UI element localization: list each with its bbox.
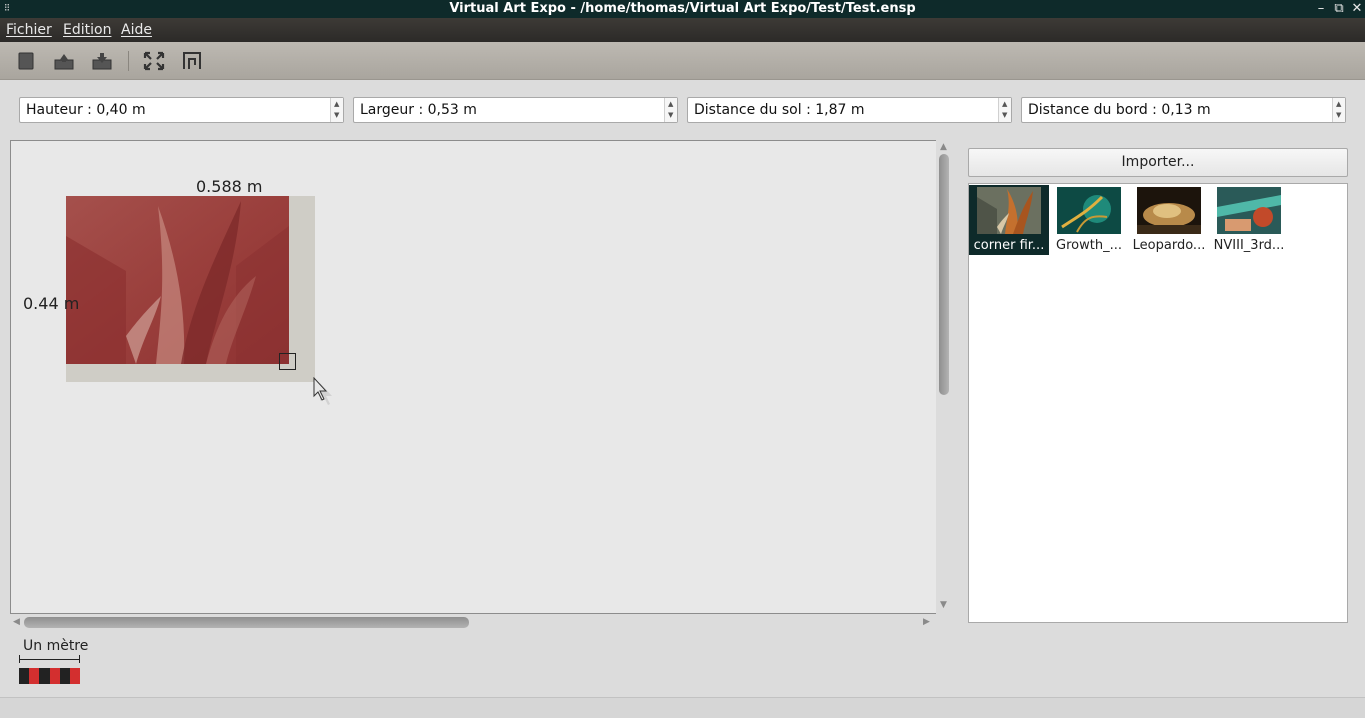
- painting[interactable]: [66, 196, 289, 364]
- menu-edition[interactable]: Edition: [63, 22, 111, 38]
- width-spin-arrows[interactable]: ▲ ▼: [664, 98, 677, 122]
- scale-segment: [49, 668, 60, 684]
- thumbnail-caption: Leopardo...: [1132, 238, 1206, 253]
- gallery-item-corner[interactable]: corner fir...: [969, 185, 1049, 255]
- minimize-icon[interactable]: –: [1313, 0, 1329, 18]
- save-button[interactable]: [90, 50, 114, 72]
- toolbar: [0, 42, 1365, 80]
- status-bar: [0, 697, 1365, 718]
- edge-distance-spin-arrows[interactable]: ▲ ▼: [1332, 98, 1345, 122]
- thumbnail-image: [1057, 187, 1121, 234]
- painting-image: [66, 196, 289, 364]
- import-button[interactable]: Importer...: [968, 148, 1348, 177]
- fullscreen-icon: [143, 51, 165, 71]
- scale-bar: [19, 668, 81, 684]
- scale-segment: [39, 668, 50, 684]
- thumbnail-caption: corner fir...: [973, 238, 1045, 253]
- vertical-scroll-thumb[interactable]: [939, 154, 949, 395]
- wall-canvas[interactable]: 0.588 m 0.44 m: [10, 140, 936, 614]
- floor-distance-spinbox[interactable]: Distance du sol : 1,87 m ▲ ▼: [687, 97, 1012, 123]
- new-document-icon: [18, 52, 34, 70]
- canvas-horizontal-scrollbar[interactable]: ◀ ▶: [10, 614, 936, 632]
- canvas-vertical-scrollbar[interactable]: ▲ ▼: [936, 140, 952, 614]
- scroll-up-arrow-icon[interactable]: ▲: [940, 142, 947, 152]
- width-spinbox[interactable]: Largeur : 0,53 m ▲ ▼: [353, 97, 678, 123]
- scale-ruler: [19, 655, 80, 663]
- edge-distance-spinbox[interactable]: Distance du bord : 0,13 m ▲ ▼: [1021, 97, 1346, 123]
- horizontal-scroll-thumb[interactable]: [24, 617, 469, 628]
- painting-width-label: 0.588 m: [196, 177, 263, 196]
- edge-distance-value: Distance du bord : 0,13 m: [1028, 102, 1211, 118]
- painting-height-label: 0.44 m: [23, 294, 80, 313]
- close-icon[interactable]: ✕: [1349, 0, 1365, 18]
- floor-distance-spin-arrows[interactable]: ▲ ▼: [998, 98, 1011, 122]
- window-titlebar[interactable]: ⁝⁝ Virtual Art Expo - /home/thomas/Virtu…: [0, 0, 1365, 18]
- maximize-icon[interactable]: ⧉: [1331, 0, 1347, 18]
- thumbnail-image: [1137, 187, 1201, 234]
- scale-label: Un mètre: [23, 638, 89, 654]
- image-gallery[interactable]: corner fir... Growth_... Leopardo... NVI…: [968, 183, 1348, 623]
- width-value: Largeur : 0,53 m: [360, 102, 477, 118]
- scale-segment: [59, 668, 70, 684]
- menu-aide[interactable]: Aide: [121, 22, 152, 38]
- height-spin-arrows[interactable]: ▲ ▼: [330, 98, 343, 122]
- scroll-left-arrow-icon[interactable]: ◀: [13, 617, 20, 627]
- scroll-down-arrow-icon[interactable]: ▼: [940, 600, 947, 610]
- window-title: Virtual Art Expo - /home/thomas/Virtual …: [449, 1, 916, 16]
- scale-segment: [29, 668, 40, 684]
- thumbnail-caption: Growth_...: [1056, 238, 1122, 253]
- open-icon: [54, 54, 74, 70]
- toolbar-separator: [128, 51, 129, 71]
- height-value: Hauteur : 0,40 m: [26, 102, 146, 118]
- fullscreen-button[interactable]: [142, 50, 166, 72]
- resize-handle[interactable]: [279, 353, 296, 370]
- menubar: Fichier Edition Aide: [0, 18, 1365, 42]
- thumbnail-caption: NVIII_3rd...: [1213, 238, 1285, 253]
- gallery-item-leopardo[interactable]: Leopardo...: [1129, 185, 1209, 255]
- wall-view-button[interactable]: [180, 50, 204, 72]
- gallery-item-growth[interactable]: Growth_...: [1049, 185, 1129, 255]
- thumbnail-image: [1217, 187, 1281, 234]
- open-button[interactable]: [52, 50, 76, 72]
- scale-segment: [69, 668, 81, 684]
- height-spinbox[interactable]: Hauteur : 0,40 m ▲ ▼: [19, 97, 344, 123]
- menu-fichier[interactable]: Fichier: [6, 22, 52, 38]
- wall-view-icon: [183, 52, 201, 69]
- new-document-button[interactable]: [14, 50, 38, 72]
- scroll-right-arrow-icon[interactable]: ▶: [923, 617, 930, 627]
- save-icon: [92, 53, 112, 70]
- gallery-item-nviii[interactable]: NVIII_3rd...: [1209, 185, 1289, 255]
- thumbnail-image: [977, 187, 1041, 234]
- mouse-cursor-icon: [313, 377, 332, 405]
- scale-segment: [19, 668, 30, 684]
- floor-distance-value: Distance du sol : 1,87 m: [694, 102, 865, 118]
